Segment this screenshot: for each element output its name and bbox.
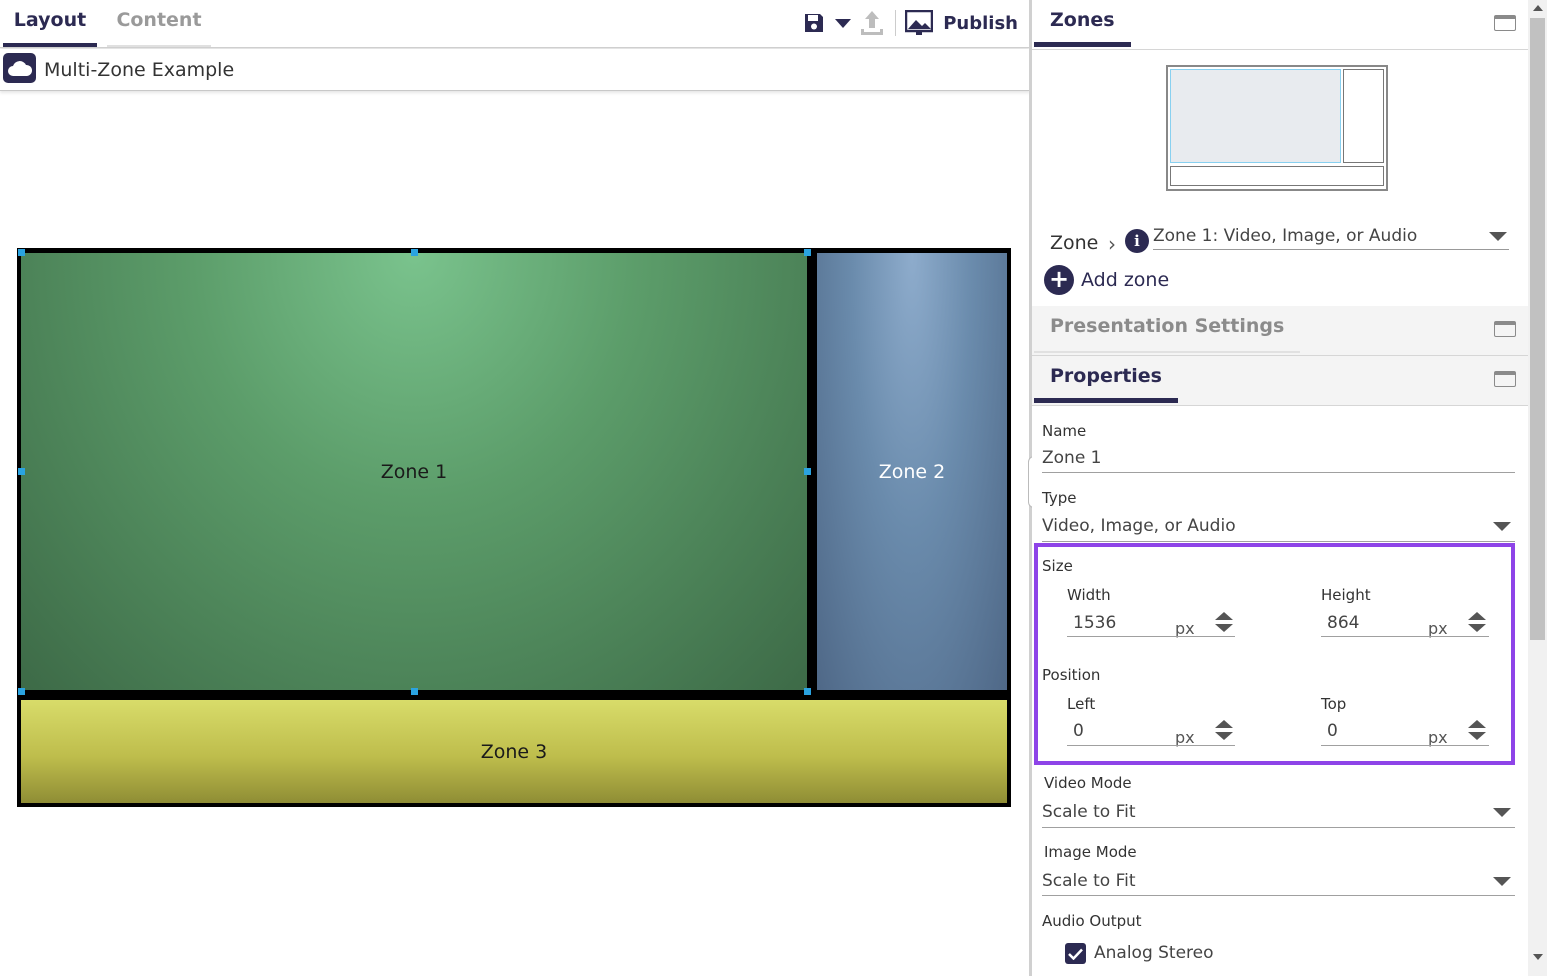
plus-icon: + [1044, 265, 1074, 295]
tab-content[interactable]: Content [107, 0, 211, 47]
zone-1[interactable]: Zone 1 [21, 253, 807, 690]
app-root: Layout Content Publish Multi-Zone Exampl… [0, 0, 1547, 976]
properties-header: Properties [1032, 356, 1528, 406]
left-input-underline [1067, 745, 1235, 746]
image-mode-underline [1042, 895, 1515, 896]
resize-handle-mr[interactable] [804, 468, 811, 475]
width-input-underline [1067, 636, 1235, 637]
type-select[interactable]: Video, Image, or Audio [1042, 516, 1236, 536]
position-label: Position [1042, 666, 1101, 684]
add-zone-label: Add zone [1081, 269, 1170, 291]
resize-handle-tl[interactable] [18, 249, 25, 256]
presentation-settings-header: Presentation Settings [1032, 306, 1528, 356]
zone-2[interactable]: Zone 2 [817, 253, 1007, 690]
window-icon[interactable] [1494, 321, 1516, 337]
top-stepper-icon[interactable] [1468, 720, 1486, 742]
height-label: Height [1321, 586, 1371, 604]
type-label: Type [1042, 489, 1077, 507]
height-input[interactable]: 864 [1327, 613, 1359, 633]
tab-presentation-settings[interactable]: Presentation Settings [1034, 306, 1301, 353]
analog-stereo-checkbox[interactable] [1065, 943, 1086, 964]
top-label: Top [1321, 695, 1347, 713]
zones-header: Zones [1032, 0, 1528, 50]
window-icon[interactable] [1494, 15, 1516, 31]
window-icon[interactable] [1494, 371, 1516, 387]
document-title: Multi-Zone Example [44, 59, 235, 81]
width-stepper-icon[interactable] [1215, 612, 1233, 634]
video-mode-label: Video Mode [1044, 774, 1132, 792]
height-stepper-icon[interactable] [1468, 612, 1486, 634]
name-label: Name [1042, 422, 1087, 440]
main-tabs: Layout Content Publish [0, 0, 1030, 48]
type-select-underline [1042, 541, 1515, 542]
layout-editor: Layout Content Publish Multi-Zone Exampl… [0, 0, 1030, 976]
tab-layout[interactable]: Layout [3, 0, 97, 47]
scroll-up-icon[interactable] [1533, 5, 1543, 11]
thumb-zone-1[interactable] [1170, 69, 1341, 163]
video-mode-underline [1042, 827, 1515, 828]
resize-handle-br[interactable] [804, 688, 811, 695]
chevron-down-icon[interactable] [1493, 877, 1511, 886]
analog-stereo-label: Analog Stereo [1094, 943, 1214, 963]
thumb-zone-3[interactable] [1170, 166, 1384, 186]
resize-handle-ml[interactable] [18, 468, 25, 475]
resize-handle-tc[interactable] [411, 249, 418, 256]
side-panel: Zones Zone › i Zone 1: Video, Image, or … [1032, 0, 1528, 976]
resize-handle-tr[interactable] [804, 249, 811, 256]
left-input[interactable]: 0 [1073, 721, 1084, 741]
zone-label: Zone 3 [480, 740, 548, 763]
info-icon[interactable]: i [1125, 229, 1149, 253]
image-mode-label: Image Mode [1044, 843, 1137, 861]
chevron-down-icon[interactable] [834, 9, 852, 37]
publish-icon[interactable] [905, 9, 934, 37]
top-input-underline [1321, 745, 1489, 746]
tab-properties[interactable]: Properties [1034, 356, 1178, 403]
toolbar: Publish [800, 6, 1018, 40]
layout-canvas[interactable]: Zone 1 Zone 2 Zone 3 [17, 248, 1011, 807]
name-input-underline [1042, 472, 1515, 473]
thumb-zone-2[interactable] [1343, 69, 1384, 163]
zone-selector-row: Zone › i Zone 1: Video, Image, or Audio [1050, 226, 1510, 256]
chevron-down-icon[interactable] [1493, 808, 1511, 817]
resize-handle-bl[interactable] [18, 688, 25, 695]
side-panel-scrollbar[interactable] [1528, 0, 1547, 976]
zone-thumbnail [1166, 65, 1388, 191]
chevron-down-icon [1489, 232, 1507, 241]
cloud-icon [3, 53, 36, 83]
chevron-down-icon[interactable] [1493, 522, 1511, 531]
resize-handle-bc[interactable] [411, 688, 418, 695]
image-mode-select[interactable]: Scale to Fit [1042, 871, 1136, 891]
zone-select-value: Zone 1: Video, Image, or Audio [1153, 226, 1418, 246]
scrollbar-thumb[interactable] [1530, 18, 1545, 640]
name-input[interactable]: Zone 1 [1042, 448, 1102, 468]
top-input[interactable]: 0 [1327, 721, 1338, 741]
document-titlebar: Multi-Zone Example [0, 49, 1030, 91]
add-zone-button[interactable]: + Add zone [1044, 264, 1169, 296]
width-input[interactable]: 1536 [1073, 613, 1116, 633]
left-stepper-icon[interactable] [1215, 720, 1233, 742]
tab-zones[interactable]: Zones [1034, 0, 1131, 47]
upload-icon[interactable] [858, 9, 886, 37]
left-label: Left [1067, 695, 1096, 713]
save-icon[interactable] [800, 9, 828, 37]
toolbar-divider [895, 10, 897, 36]
video-mode-select[interactable]: Scale to Fit [1042, 802, 1136, 822]
zone-3[interactable]: Zone 3 [21, 700, 1007, 803]
width-label: Width [1067, 586, 1111, 604]
publish-button[interactable]: Publish [943, 13, 1018, 34]
height-input-underline [1321, 636, 1489, 637]
chevron-right-icon: › [1108, 232, 1116, 256]
zone-label: Zone 2 [878, 460, 946, 483]
zone-select[interactable]: Zone 1: Video, Image, or Audio [1153, 226, 1509, 250]
zone-label: Zone 1 [380, 460, 448, 483]
audio-output-label: Audio Output [1042, 912, 1142, 930]
check-icon [1068, 948, 1083, 960]
zone-label: Zone [1050, 232, 1099, 254]
scroll-down-icon[interactable] [1533, 954, 1543, 960]
size-label: Size [1042, 557, 1073, 575]
